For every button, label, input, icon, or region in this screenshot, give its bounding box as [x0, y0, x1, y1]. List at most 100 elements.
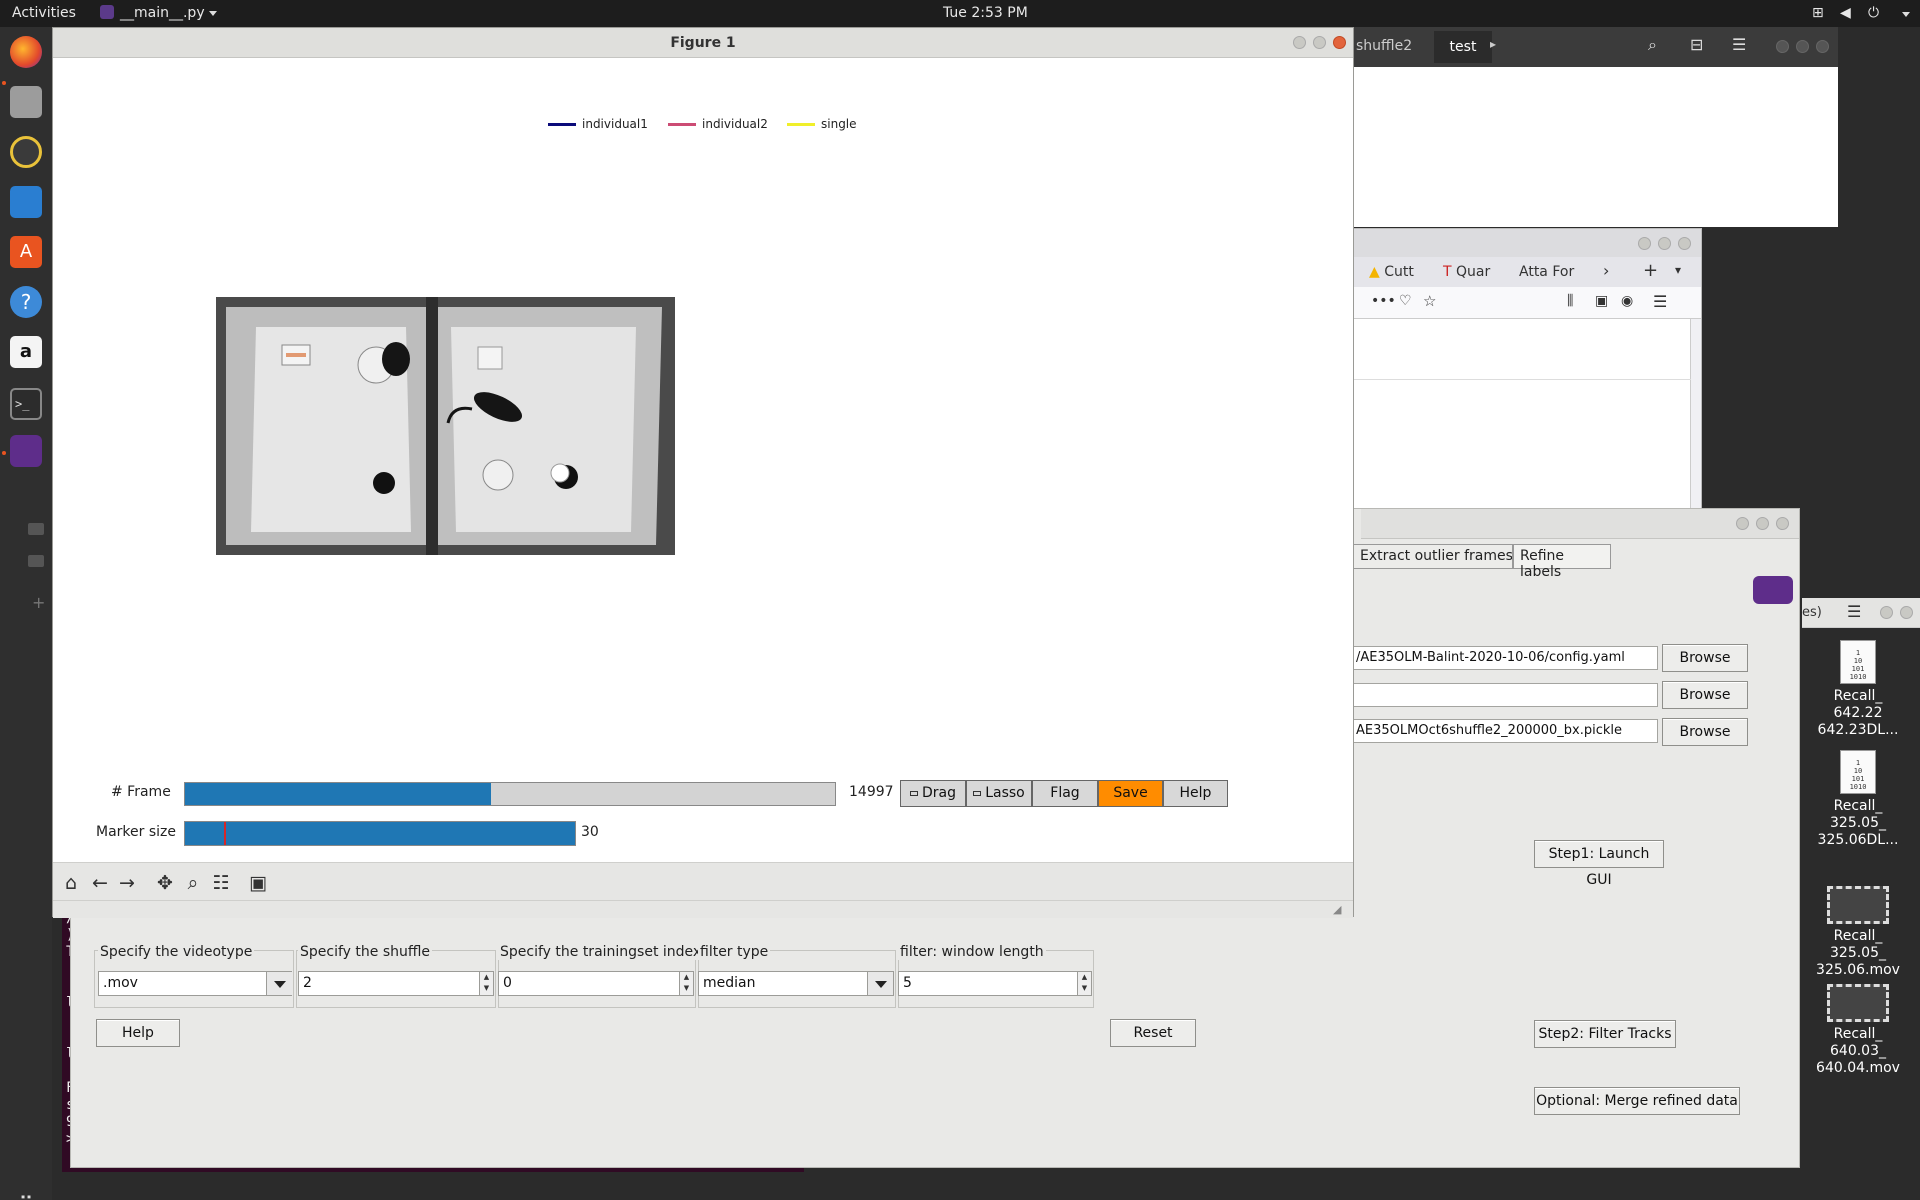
trainingset-input[interactable]: 0	[498, 971, 694, 996]
folder-icon[interactable]	[28, 555, 44, 567]
help-icon[interactable]: ?	[10, 286, 42, 318]
software-icon[interactable]: A	[10, 236, 42, 268]
power-icon[interactable]: ⏻	[1868, 5, 1879, 21]
bookmark-star-icon[interactable]: ☆	[1423, 292, 1436, 310]
lasso-checkbox[interactable]: Lasso	[966, 780, 1032, 807]
zoom-icon[interactable]: ⌕	[182, 872, 204, 894]
step1-launch-gui-button[interactable]: Step1: Launch GUI	[1534, 840, 1664, 888]
marker-size-slider[interactable]	[184, 821, 576, 846]
minimize-button[interactable]	[1776, 40, 1789, 53]
close-button[interactable]	[1333, 36, 1346, 49]
window-length-input[interactable]: 5	[898, 971, 1092, 996]
system-menu-chevron-icon[interactable]	[1902, 12, 1910, 17]
drag-checkbox[interactable]: Drag	[900, 780, 966, 807]
merge-refined-data-button[interactable]: Optional: Merge refined data	[1534, 1087, 1740, 1115]
app-menu[interactable]: __main__.py	[100, 5, 217, 21]
desktop-file[interactable]: 1 10 101 1010 Recall_ 642.22 642.23DL...	[1808, 640, 1908, 739]
show-applications-icon[interactable]: ⠿	[14, 1192, 38, 1200]
save-figure-icon[interactable]: ▣	[247, 872, 269, 894]
close-button[interactable]	[1776, 517, 1789, 530]
files-icon[interactable]	[10, 86, 42, 118]
pocket-icon[interactable]: ♡	[1399, 293, 1412, 309]
firefox-icon[interactable]	[10, 36, 42, 68]
network-icon[interactable]: ⊞	[1812, 5, 1824, 21]
rhythmbox-icon[interactable]	[10, 136, 42, 168]
view-icon[interactable]: ⊟	[1690, 35, 1703, 54]
shuffle-input[interactable]: 2	[298, 971, 494, 996]
terminal-tab-active[interactable]: test	[1434, 31, 1492, 63]
desktop-file[interactable]: Recall_ 640.03_ 640.04.mov	[1808, 984, 1908, 1077]
spinner-arrows-icon[interactable]: ▲ ▼	[679, 972, 693, 995]
home-icon[interactable]: ⌂	[60, 872, 82, 894]
add-icon[interactable]: +	[32, 593, 45, 612]
maximize-button[interactable]	[1658, 237, 1671, 250]
pan-icon[interactable]: ✥	[154, 872, 176, 894]
account-icon[interactable]: ◉	[1621, 293, 1633, 309]
filtertype-select[interactable]: median	[698, 971, 894, 996]
resize-grip-icon[interactable]: ◢	[1333, 903, 1341, 916]
terminal-tab[interactable]: shuffle2	[1356, 38, 1412, 54]
browse-config-button[interactable]: Browse	[1662, 644, 1748, 672]
hamburger-menu-icon[interactable]: ☰	[1653, 292, 1667, 311]
step2-filter-tracks-button[interactable]: Step2: Filter Tracks	[1534, 1020, 1676, 1048]
config-path-input[interactable]: /AE35OLM-Balint-2020-10-06/config.yaml	[1352, 646, 1658, 670]
configure-subplots-icon[interactable]: ☷	[210, 872, 232, 894]
browse-pickle-button[interactable]: Browse	[1662, 718, 1748, 746]
desktop-file[interactable]: 1 10 101 1010 Recall_ 325.05_ 325.06DL...	[1808, 750, 1908, 849]
minimize-button[interactable]	[1638, 237, 1651, 250]
volume-icon[interactable]: ◀	[1840, 5, 1851, 21]
maximize-button[interactable]	[1313, 36, 1326, 49]
maximize-button[interactable]	[1756, 517, 1769, 530]
chevron-down-icon[interactable]	[266, 972, 292, 995]
marker-size-handle[interactable]	[224, 822, 226, 845]
sidebar-icon[interactable]: ▣	[1595, 293, 1608, 309]
secondary-path-input[interactable]	[1352, 683, 1658, 707]
deeplabcut-icon[interactable]	[10, 435, 42, 467]
writer-icon[interactable]	[10, 186, 42, 218]
help-button[interactable]: Help	[96, 1019, 180, 1047]
chevron-down-icon[interactable]: ▾	[1675, 263, 1681, 277]
spinner-arrows-icon[interactable]: ▲ ▼	[1077, 972, 1091, 995]
videotype-select[interactable]: .mov	[98, 971, 292, 996]
terminal-icon[interactable]: >_	[10, 388, 42, 420]
minimize-button[interactable]	[1736, 517, 1749, 530]
hamburger-menu-icon[interactable]: ☰	[1732, 35, 1746, 54]
tab-extract-outlier-frames[interactable]: Extract outlier frames	[1353, 544, 1513, 569]
matplotlib-toolbar: ⌂ ← → ✥ ⌕ ☷ ▣	[53, 862, 1353, 900]
video-frame[interactable]	[216, 297, 675, 555]
close-button[interactable]	[1900, 606, 1913, 619]
frame-slider[interactable]	[184, 782, 836, 806]
maximize-button[interactable]	[1796, 40, 1809, 53]
hamburger-menu-icon[interactable]: ☰	[1847, 602, 1861, 621]
spinner-arrows-icon[interactable]: ▲ ▼	[479, 972, 493, 995]
reset-button[interactable]: Reset	[1110, 1019, 1196, 1047]
tab-refine-labels[interactable]: Refine labels	[1513, 544, 1611, 580]
browse-secondary-button[interactable]: Browse	[1662, 681, 1748, 709]
minimize-button[interactable]	[1293, 36, 1306, 49]
save-button[interactable]: Save	[1098, 780, 1163, 807]
search-icon[interactable]: ⌕	[1648, 35, 1657, 55]
chevron-down-icon[interactable]	[867, 972, 893, 995]
forward-arrow-icon[interactable]: →	[116, 872, 138, 894]
close-button[interactable]	[1816, 40, 1829, 53]
pickle-path-input[interactable]: AE35OLMOct6shuffle2_200000_bx.pickle	[1352, 719, 1658, 743]
close-button[interactable]	[1678, 237, 1691, 250]
library-icon[interactable]: ⫼	[1567, 293, 1573, 309]
flag-button[interactable]: Flag	[1032, 780, 1098, 807]
help-button[interactable]: Help	[1163, 780, 1228, 807]
chevron-right-icon[interactable]: ›	[1603, 261, 1609, 280]
more-icon[interactable]: •••	[1371, 293, 1396, 309]
firefox-tab[interactable]: Atta For	[1519, 264, 1574, 280]
desktop-file[interactable]: Recall_ 325.05_ 325.06.mov	[1808, 886, 1908, 979]
legend-label: individual1	[582, 117, 648, 131]
chevron-right-icon[interactable]: ▸	[1490, 37, 1496, 51]
new-tab-icon[interactable]: +	[1643, 260, 1658, 281]
minimize-button[interactable]	[1880, 606, 1893, 619]
firefox-tab[interactable]: ▲ Cutt	[1369, 264, 1414, 280]
folder-icon[interactable]	[28, 523, 44, 535]
activities-button[interactable]: Activities	[12, 5, 76, 21]
clock[interactable]: Tue 2:53 PM	[943, 5, 1028, 21]
back-arrow-icon[interactable]: ←	[89, 872, 111, 894]
amazon-icon[interactable]: a	[10, 336, 42, 368]
firefox-tab[interactable]: T Quar	[1443, 264, 1490, 280]
